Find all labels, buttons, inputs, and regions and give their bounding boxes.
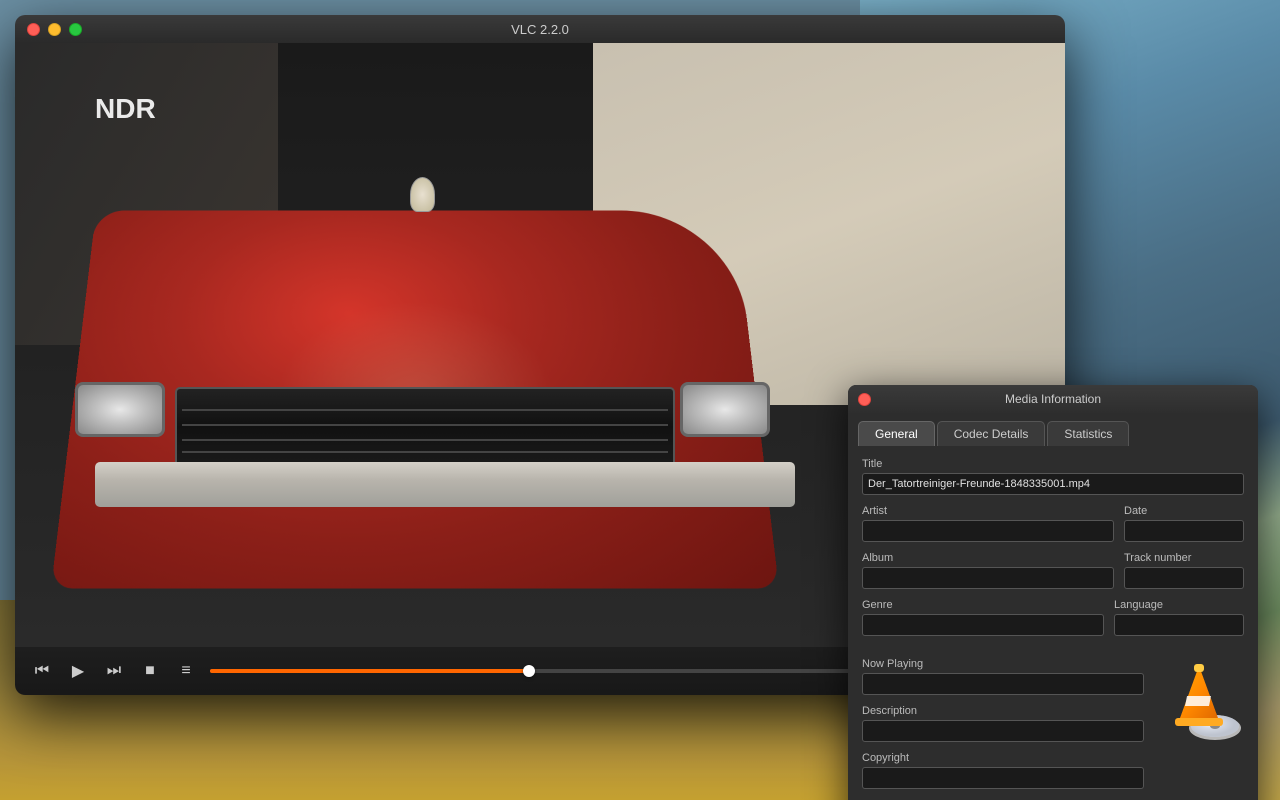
date-label: Date bbox=[1124, 505, 1244, 517]
tab-statistics[interactable]: Statistics bbox=[1047, 421, 1129, 446]
copyright-input[interactable] bbox=[862, 767, 1144, 789]
dialog-title-bar: Media Information bbox=[848, 385, 1258, 413]
dialog-close-button[interactable] bbox=[858, 393, 871, 406]
grille-bar-2 bbox=[182, 424, 668, 426]
tab-codec-details[interactable]: Codec Details bbox=[937, 421, 1046, 446]
fast-forward-button[interactable]: ⏭ bbox=[102, 659, 126, 683]
stop-button[interactable]: ■ bbox=[138, 659, 162, 683]
description-field-row: Description bbox=[862, 705, 1144, 742]
copyright-field-row: Copyright bbox=[862, 752, 1144, 789]
dialog-title: Media Information bbox=[1005, 392, 1101, 406]
dialog-tabs: General Codec Details Statistics bbox=[848, 413, 1258, 446]
album-field-group: Album bbox=[862, 552, 1114, 589]
minimize-button[interactable] bbox=[48, 23, 61, 36]
play-button[interactable]: ▶ bbox=[66, 659, 90, 683]
artist-field-group: Artist bbox=[862, 505, 1114, 542]
language-field-group: Language bbox=[1114, 599, 1244, 636]
track-number-label: Track number bbox=[1124, 552, 1244, 564]
rewind-button[interactable]: ⏮ bbox=[30, 659, 54, 683]
now-playing-input[interactable] bbox=[862, 673, 1144, 695]
artist-label: Artist bbox=[862, 505, 1114, 517]
description-label: Description bbox=[862, 705, 1144, 717]
car-body bbox=[15, 117, 895, 567]
lower-fields: Now Playing Description Copyright Publis… bbox=[862, 658, 1144, 800]
album-track-row: Album Track number bbox=[862, 552, 1244, 589]
close-button[interactable] bbox=[27, 23, 40, 36]
date-input[interactable] bbox=[1124, 520, 1244, 542]
track-number-input[interactable] bbox=[1124, 567, 1244, 589]
progress-thumb bbox=[523, 665, 535, 677]
genre-label: Genre bbox=[862, 599, 1104, 611]
grille-bar-4 bbox=[182, 451, 668, 453]
date-field-group: Date bbox=[1124, 505, 1244, 542]
title-input[interactable] bbox=[862, 473, 1244, 495]
media-info-dialog: Media Information General Codec Details … bbox=[848, 385, 1258, 800]
car-ornament bbox=[410, 177, 435, 212]
maximize-button[interactable] bbox=[69, 23, 82, 36]
progress-fill bbox=[210, 669, 529, 673]
genre-language-row: Genre Language bbox=[862, 599, 1244, 636]
description-input[interactable] bbox=[862, 720, 1144, 742]
artist-date-row: Artist Date bbox=[862, 505, 1244, 542]
vlc-logo bbox=[1154, 653, 1244, 743]
album-input[interactable] bbox=[862, 567, 1114, 589]
track-number-field-group: Track number bbox=[1124, 552, 1244, 589]
now-playing-field-row: Now Playing bbox=[862, 658, 1144, 695]
car-headlight-right bbox=[680, 382, 770, 437]
playlist-button[interactable]: ≡ bbox=[174, 659, 198, 683]
grille-bar-1 bbox=[182, 409, 668, 411]
dialog-general-content: Title Artist Date Album bbox=[848, 446, 1258, 658]
copyright-label: Copyright bbox=[862, 752, 1144, 764]
vlc-title-bar: VLC 2.2.0 bbox=[15, 15, 1065, 43]
vlc-logo-svg bbox=[1157, 656, 1242, 741]
title-label: Title bbox=[862, 458, 1244, 470]
title-field-row: Title bbox=[862, 458, 1244, 495]
window-controls bbox=[27, 23, 82, 36]
genre-field-group: Genre bbox=[862, 599, 1104, 636]
artist-input[interactable] bbox=[862, 520, 1114, 542]
grille-bar-3 bbox=[182, 439, 668, 441]
car-headlight-left bbox=[75, 382, 165, 437]
genre-input[interactable] bbox=[862, 614, 1104, 636]
window-title: VLC 2.2.0 bbox=[511, 22, 569, 37]
ndr-watermark: NDR bbox=[95, 93, 156, 125]
now-playing-label: Now Playing bbox=[862, 658, 1144, 670]
car-grille bbox=[175, 387, 675, 467]
tab-general[interactable]: General bbox=[858, 421, 935, 446]
language-label: Language bbox=[1114, 599, 1244, 611]
desktop: VLC 2.2.0 bbox=[0, 0, 1280, 800]
media-info-lower: Now Playing Description Copyright Publis… bbox=[848, 658, 1258, 800]
language-input[interactable] bbox=[1114, 614, 1244, 636]
car-bumper bbox=[95, 462, 795, 507]
album-label: Album bbox=[862, 552, 1114, 564]
